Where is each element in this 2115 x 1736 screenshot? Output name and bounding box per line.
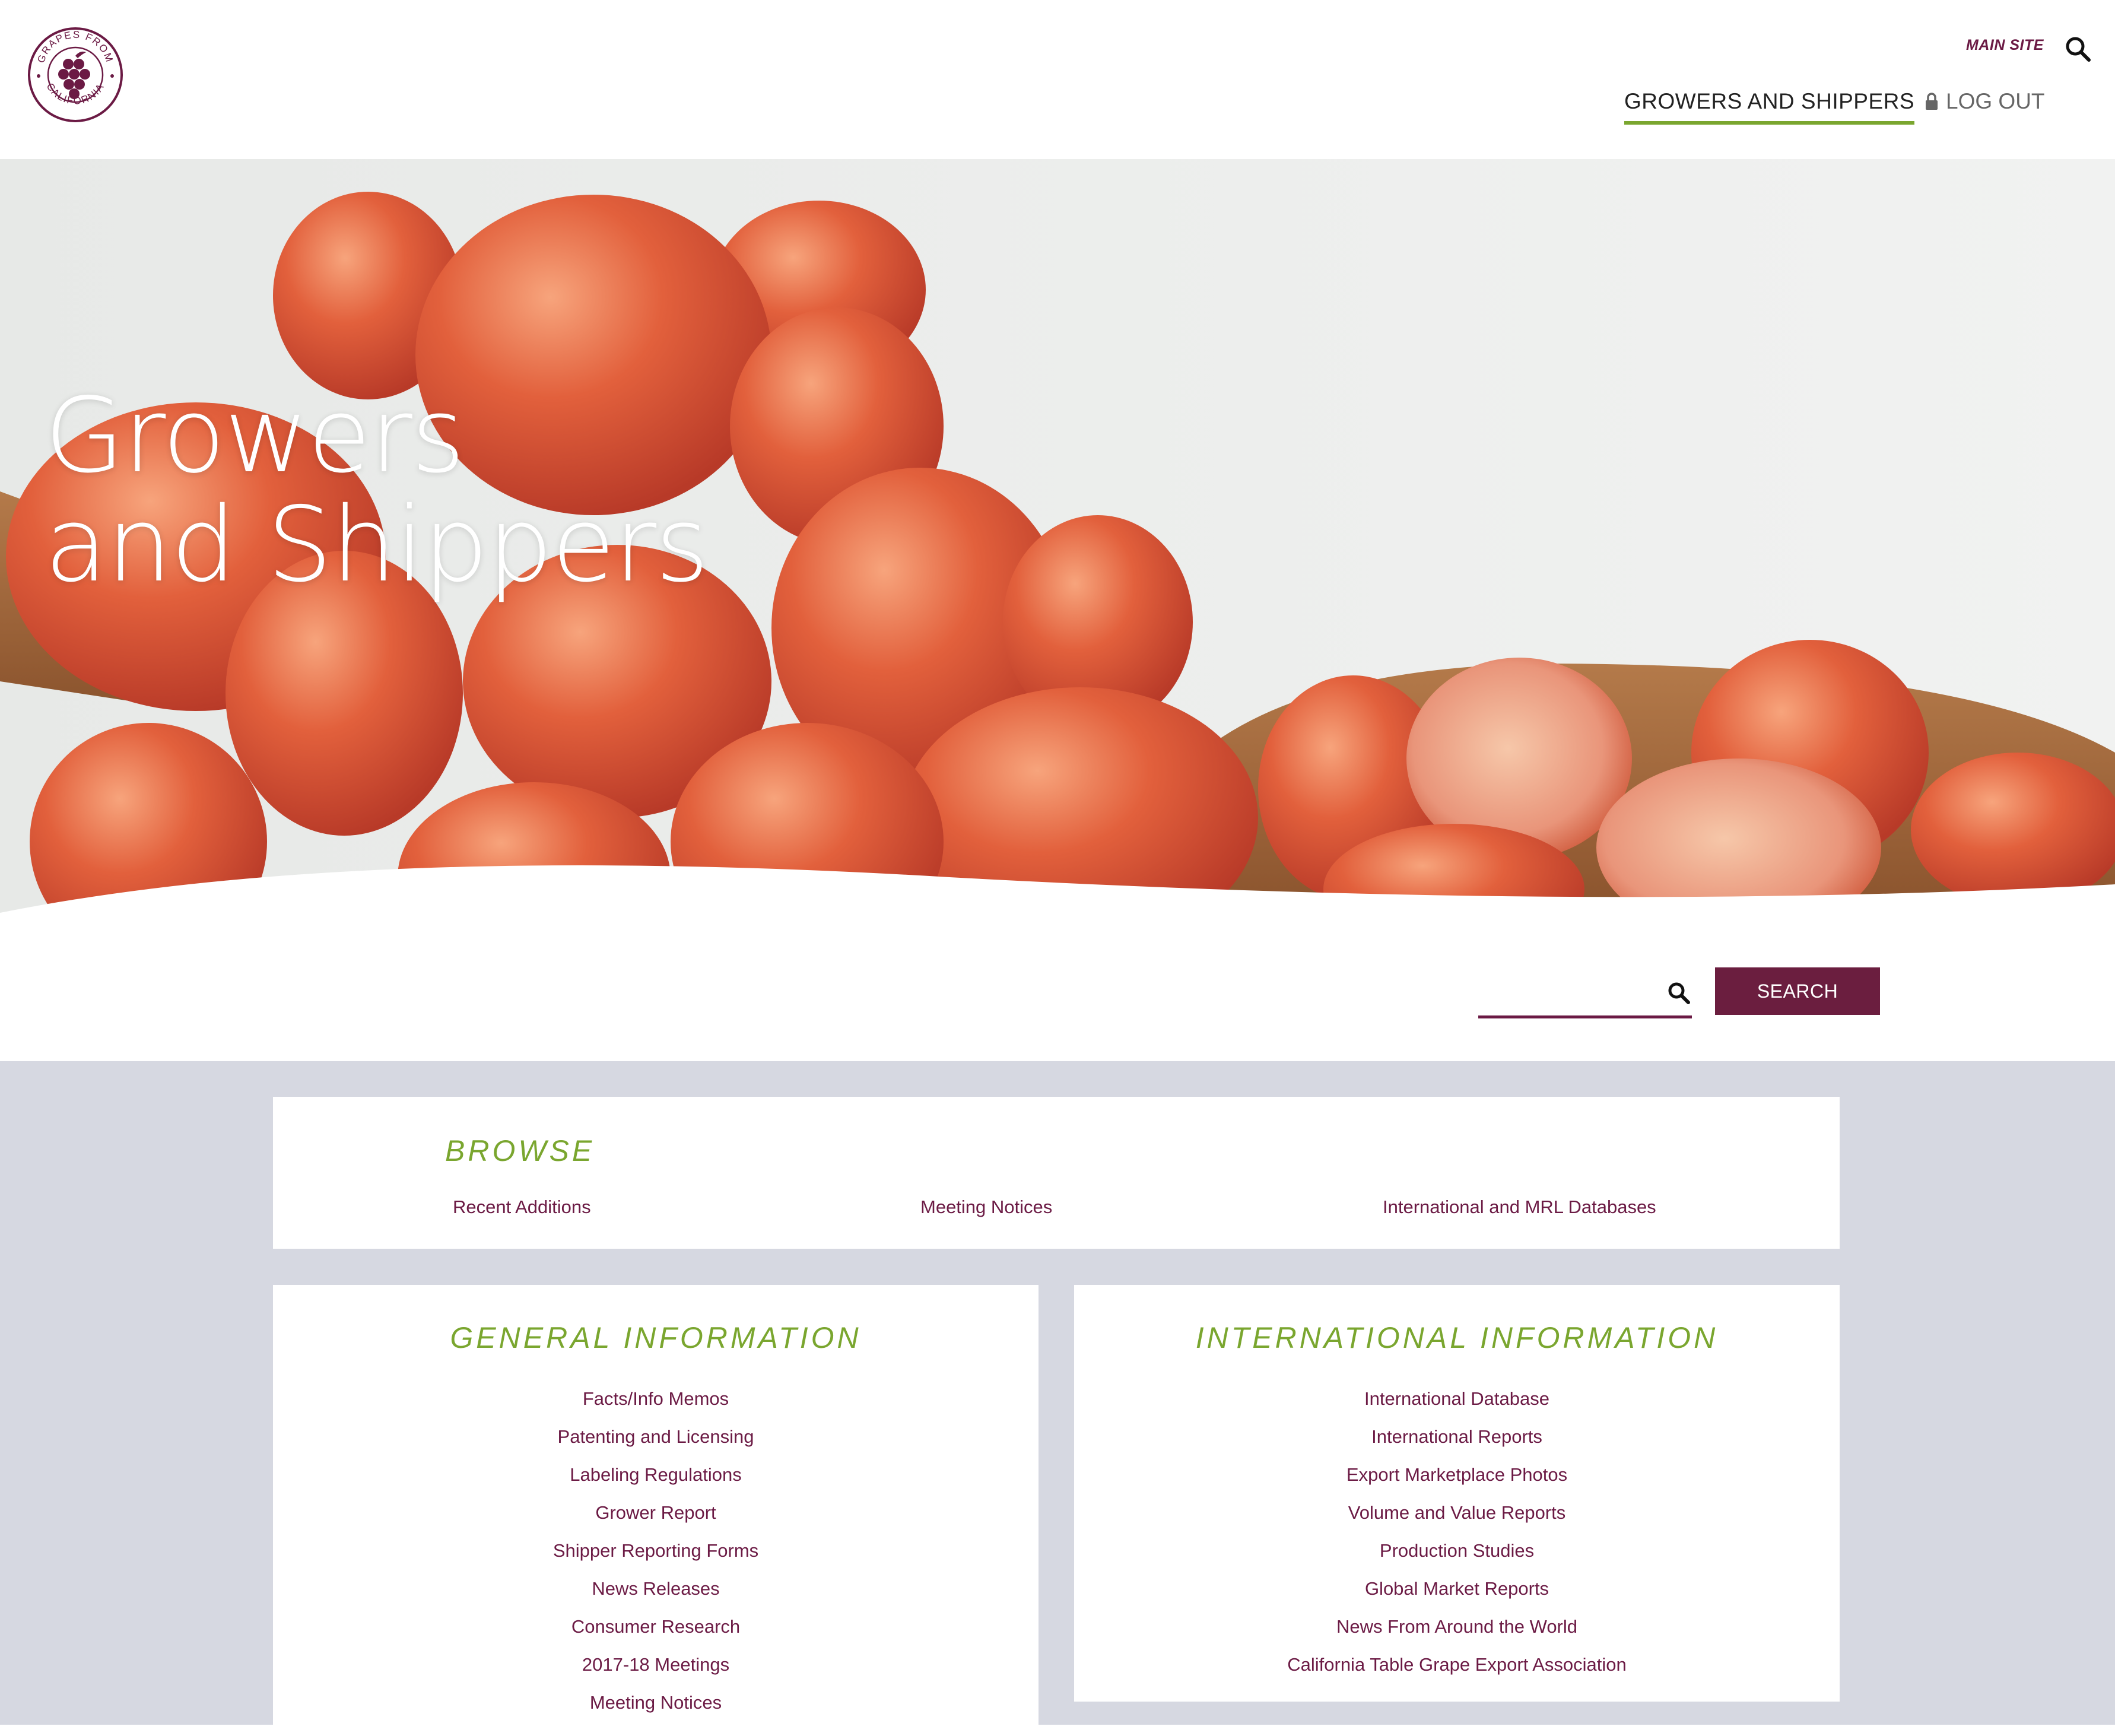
- hero-title: Growers and Shippers: [45, 376, 709, 605]
- hero-title-line-1: Growers: [45, 376, 465, 496]
- international-information-title: INTERNATIONAL INFORMATION: [1195, 1321, 1719, 1354]
- general-link-news-releases[interactable]: News Releases: [273, 1570, 1039, 1608]
- general-information-links: Facts/Info Memos Patenting and Licensing…: [273, 1380, 1039, 1722]
- hero-banner: Growers and Shippers: [0, 159, 2115, 914]
- browse-link-international-mrl-databases[interactable]: International and MRL Databases: [1383, 1197, 1656, 1218]
- international-information-links: International Database International Rep…: [1074, 1380, 1840, 1684]
- general-link-facts-info-memos[interactable]: Facts/Info Memos: [273, 1380, 1039, 1418]
- general-link-patenting-licensing[interactable]: Patenting and Licensing: [273, 1418, 1039, 1456]
- general-link-consumer-research[interactable]: Consumer Research: [273, 1608, 1039, 1646]
- main-site-link[interactable]: MAIN SITE: [1966, 37, 2044, 54]
- intl-link-news-around-world[interactable]: News From Around the World: [1074, 1608, 1840, 1646]
- content-area: BROWSE Recent Additions Meeting Notices …: [0, 1061, 2115, 1736]
- general-link-shipper-reporting-forms[interactable]: Shipper Reporting Forms: [273, 1532, 1039, 1570]
- site-header: GRAPES FROM CALIFORNIA MAIN SITE GROWERS…: [0, 0, 2115, 159]
- intl-link-production-studies[interactable]: Production Studies: [1074, 1532, 1840, 1570]
- intl-link-international-database[interactable]: International Database: [1074, 1380, 1840, 1418]
- general-information-card: GENERAL INFORMATION Facts/Info Memos Pat…: [273, 1285, 1039, 1736]
- intl-link-global-market-reports[interactable]: Global Market Reports: [1074, 1570, 1840, 1608]
- logout-label: LOG OUT: [1946, 89, 2045, 113]
- nav-growers-and-shippers[interactable]: GROWERS AND SHIPPERS: [1624, 89, 1915, 125]
- general-link-grower-report[interactable]: Grower Report: [273, 1494, 1039, 1532]
- general-link-labeling-regulations[interactable]: Labeling Regulations: [273, 1456, 1039, 1494]
- search-button[interactable]: SEARCH: [1715, 967, 1880, 1015]
- hero-title-line-2: and Shippers: [45, 485, 709, 605]
- international-information-card: INTERNATIONAL INFORMATION International …: [1074, 1285, 1840, 1702]
- general-link-meeting-notices[interactable]: Meeting Notices: [273, 1684, 1039, 1722]
- intl-link-ca-table-grape-export-association[interactable]: California Table Grape Export Associatio…: [1074, 1646, 1840, 1684]
- general-information-title: GENERAL INFORMATION: [450, 1321, 862, 1354]
- general-link-2017-18-meetings[interactable]: 2017-18 Meetings: [273, 1646, 1039, 1684]
- intl-link-export-marketplace-photos[interactable]: Export Marketplace Photos: [1074, 1456, 1840, 1494]
- search-icon[interactable]: [1667, 981, 1691, 1005]
- browse-card: BROWSE Recent Additions Meeting Notices …: [273, 1097, 1840, 1249]
- search-field: [1478, 966, 1692, 1018]
- browse-link-meeting-notices[interactable]: Meeting Notices: [920, 1197, 1052, 1218]
- browse-title: BROWSE: [445, 1134, 595, 1167]
- search-icon[interactable]: [2063, 34, 2092, 63]
- intl-link-volume-value-reports[interactable]: Volume and Value Reports: [1074, 1494, 1840, 1532]
- browse-link-recent-additions[interactable]: Recent Additions: [453, 1197, 591, 1218]
- search-input[interactable]: [1478, 969, 1659, 1012]
- grapes-from-california-logo[interactable]: GRAPES FROM CALIFORNIA: [27, 19, 123, 128]
- lock-icon: [1926, 93, 1938, 110]
- logout-link[interactable]: LOG OUT: [1925, 89, 2045, 114]
- intl-link-international-reports[interactable]: International Reports: [1074, 1418, 1840, 1456]
